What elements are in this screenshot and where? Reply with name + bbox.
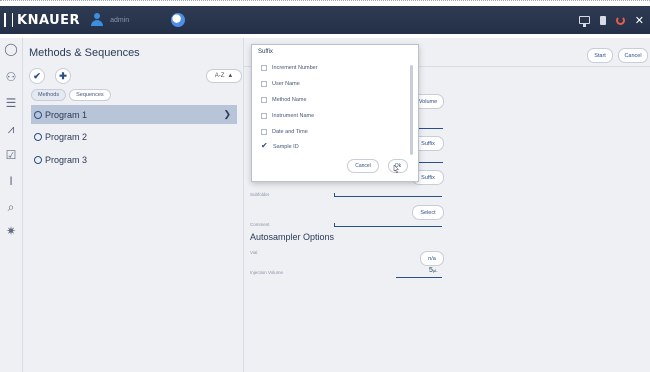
list-item-program-3[interactable]: Program 3 xyxy=(31,150,237,169)
trash-icon[interactable] xyxy=(599,15,606,25)
option-sample-id[interactable]: ✔ Sample ID xyxy=(261,141,299,153)
select-button[interactable]: Select xyxy=(412,205,444,220)
power-icon[interactable] xyxy=(615,15,625,25)
program-label: Program 1 xyxy=(45,109,88,120)
sort-button[interactable]: A-Z ▲ xyxy=(206,69,242,83)
logo-mark-icon xyxy=(4,13,13,27)
methods-panel: Methods & Sequences ✔ ✚ A-Z ▲ Methods Se… xyxy=(23,38,244,372)
checkbox[interactable] xyxy=(261,129,267,135)
brand-name: KNAUER xyxy=(17,12,81,28)
program-label: Program 3 xyxy=(45,154,88,165)
panel-title: Methods & Sequences xyxy=(29,47,140,59)
list-icon[interactable]: ☰ xyxy=(4,96,18,110)
list-item-program-2[interactable]: Program 2 xyxy=(31,127,237,146)
tab-sequences[interactable]: Sequences xyxy=(69,89,111,101)
clock-icon xyxy=(34,132,42,141)
vial-label: Vial xyxy=(250,250,258,255)
option-date-and-time[interactable]: Date and Time xyxy=(261,126,308,138)
list-item-program-1[interactable]: Program 1 ❯ xyxy=(31,105,237,124)
suffix-dialog: Suffix Increment Number User Name Method… xyxy=(251,44,419,182)
brand-logo: KNAUER xyxy=(4,13,80,28)
user-name: admin xyxy=(110,16,130,24)
checkmark-icon[interactable]: ✔ xyxy=(261,142,269,151)
sort-label: A-Z xyxy=(214,73,225,79)
add-button[interactable]: ✚ xyxy=(55,68,71,84)
checkbox[interactable] xyxy=(261,97,267,103)
checkbox[interactable] xyxy=(261,113,267,119)
vial-button[interactable]: n/a xyxy=(420,251,444,266)
confirm-button[interactable]: ✔ xyxy=(29,68,45,84)
checkbox[interactable] xyxy=(261,81,267,87)
subfolder-input[interactable] xyxy=(334,196,442,197)
injection-volume-value[interactable]: 5µL xyxy=(429,267,437,274)
chevron-right-icon: ❯ xyxy=(223,109,231,119)
program-label: Program 2 xyxy=(45,131,88,142)
chevron-up-icon: ▲ xyxy=(227,73,234,79)
option-instrument-name[interactable]: Instrument Name xyxy=(261,110,314,122)
clock-icon xyxy=(34,110,42,119)
clock-icon xyxy=(34,155,42,164)
left-rail: ◯ ⚇ ☰ ⩘ ☑ I ⌕ ✷ xyxy=(0,38,23,372)
tab-methods[interactable]: Methods xyxy=(31,89,67,101)
cancel-button[interactable]: Cancel xyxy=(618,48,648,63)
top-dotted-border xyxy=(0,0,650,3)
circle-icon[interactable]: ◯ xyxy=(4,42,18,56)
option-user-name[interactable]: User Name xyxy=(261,78,300,90)
comment-label: Comment xyxy=(250,222,270,227)
text-cursor-icon[interactable]: I xyxy=(4,174,18,188)
monitor-icon[interactable] xyxy=(578,16,590,27)
tab-bar: Methods Sequences xyxy=(31,89,111,101)
field-tick xyxy=(334,223,335,227)
field-tick xyxy=(334,193,335,197)
autosampler-title: Autosampler Options xyxy=(250,232,335,242)
dialog-title: Suffix xyxy=(258,49,273,55)
subfolder-label: Subfolder xyxy=(250,192,270,197)
start-button[interactable]: Start xyxy=(587,48,613,63)
close-icon[interactable]: ✕ xyxy=(635,14,644,27)
comment-input[interactable] xyxy=(334,226,442,227)
gear-icon[interactable]: ✷ xyxy=(4,224,18,238)
field-underline xyxy=(417,128,443,129)
option-method-name[interactable]: Method Name xyxy=(261,94,307,106)
dialog-cancel-button[interactable]: Cancel xyxy=(347,159,379,173)
injection-volume-label: Injection Volume xyxy=(250,270,284,275)
option-increment-number[interactable]: Increment Number xyxy=(261,62,318,74)
field-underline xyxy=(417,162,443,163)
top-bar: KNAUER admin ✕ xyxy=(0,6,650,34)
search-doc-icon[interactable]: ⌕ xyxy=(4,200,18,214)
dialog-scrollbar[interactable] xyxy=(410,65,413,155)
injection-volume-underline xyxy=(396,277,442,278)
hand-cursor-icon xyxy=(393,165,399,173)
status-logo-icon[interactable] xyxy=(171,13,186,27)
checkbox[interactable] xyxy=(261,65,267,71)
user-icon[interactable] xyxy=(90,13,104,27)
check-list-icon[interactable]: ☑ xyxy=(4,148,18,162)
chart-icon[interactable]: ⩘ xyxy=(4,122,18,136)
users-icon[interactable]: ⚇ xyxy=(4,70,18,84)
